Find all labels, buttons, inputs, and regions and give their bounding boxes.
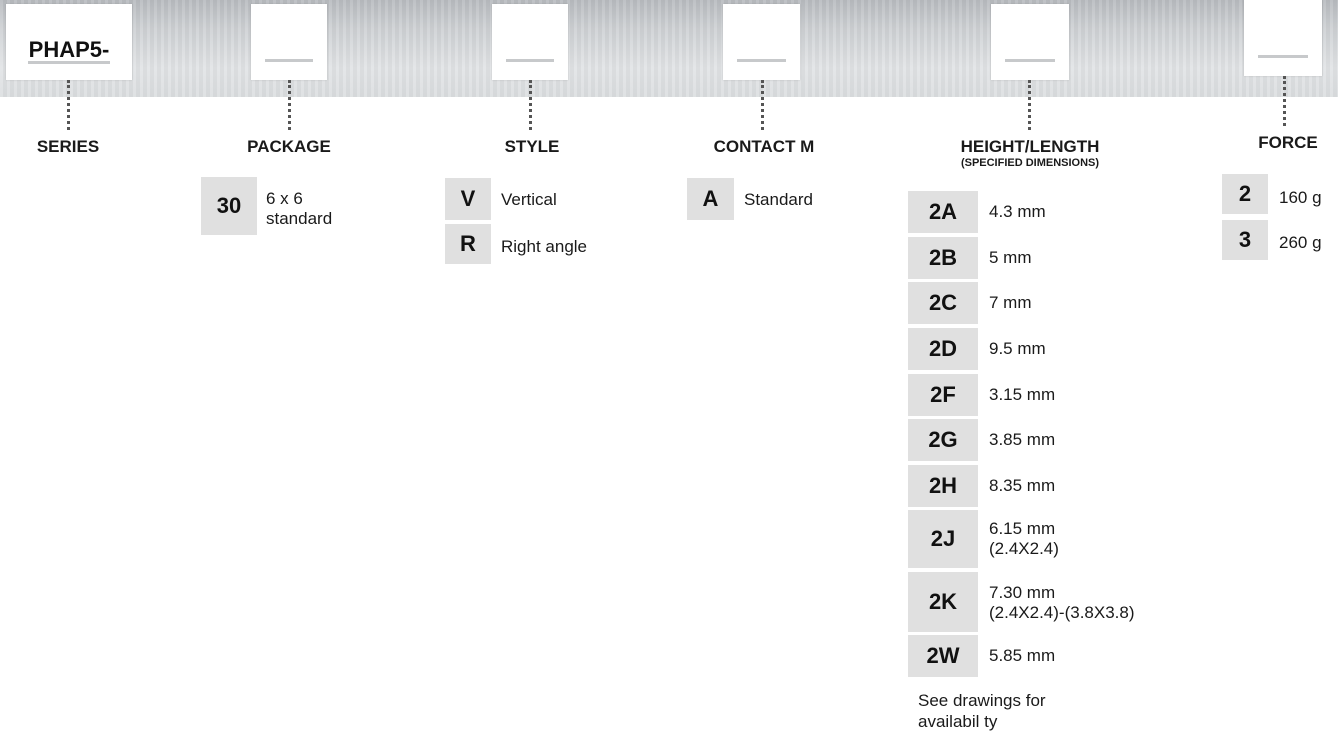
force-box[interactable] xyxy=(1244,0,1322,76)
height-desc-2k: 7.30 mm (2.4X2.4)-(3.8X3.8) xyxy=(989,572,1135,634)
height-code-2d: 2D xyxy=(908,328,978,370)
height-code-2g: 2G xyxy=(908,419,978,461)
height-code-2w: 2W xyxy=(908,635,978,677)
series-heading: SERIES xyxy=(36,137,100,156)
package-box[interactable] xyxy=(251,4,327,80)
height-box[interactable] xyxy=(991,4,1069,80)
force-desc-3: 260 g xyxy=(1279,233,1322,252)
height-desc-2j-line1: 6.15 mm xyxy=(989,519,1056,538)
package-code-30: 30 xyxy=(201,177,257,235)
height-desc-2c: 7 mm xyxy=(989,282,1032,324)
height-desc-2j-line2: (2.4X2.4) xyxy=(989,539,1059,558)
height-code-2j: 2J xyxy=(908,510,978,568)
series-box: PHAP5- xyxy=(6,4,132,80)
height-code-2f: 2F xyxy=(908,374,978,416)
height-note-line1: See drawings for xyxy=(918,691,1046,710)
style-blank-line xyxy=(506,59,554,62)
contact-code-a: A xyxy=(687,178,734,220)
contact-heading: CONTACT M xyxy=(713,137,815,156)
style-desc-v: Vertical xyxy=(501,190,557,209)
height-heading: HEIGHT/LENGTH xyxy=(960,137,1100,156)
height-blank-line xyxy=(1005,59,1055,62)
force-blank-line xyxy=(1258,55,1308,58)
height-desc-2k-line1: 7.30 mm xyxy=(989,583,1056,602)
package-desc-30: 6 x 6 standard xyxy=(266,189,332,229)
style-heading: STYLE xyxy=(504,137,560,156)
height-code-2h: 2H xyxy=(908,465,978,507)
contact-connector xyxy=(761,80,764,130)
series-underline xyxy=(28,61,110,64)
style-code-v: V xyxy=(445,178,491,220)
height-note-line2: availabil ty xyxy=(918,712,998,731)
force-connector xyxy=(1283,76,1286,126)
package-heading: PACKAGE xyxy=(247,137,331,156)
style-connector xyxy=(529,80,532,130)
force-code-3: 3 xyxy=(1222,220,1268,260)
height-desc-2f: 3.15 mm xyxy=(989,374,1055,416)
contact-desc-a: Standard xyxy=(744,190,813,209)
height-code-2b: 2B xyxy=(908,237,978,279)
series-connector xyxy=(67,80,70,130)
height-desc-2g-text: 3.85 mm xyxy=(989,430,1056,449)
package-desc-line1: 6 x 6 xyxy=(266,189,303,208)
height-desc-2j: 6.15 mm (2.4X2.4) xyxy=(989,510,1059,568)
height-code-2c: 2C xyxy=(908,282,978,324)
height-connector xyxy=(1028,80,1031,130)
height-desc-2g: 3.85 mm xyxy=(989,419,1055,461)
style-box[interactable] xyxy=(492,4,568,80)
height-desc-2d: 9.5 mm xyxy=(989,328,1046,370)
height-subheading: (SPECIFIED DIMENSIONS) xyxy=(960,157,1100,169)
series-code: PHAP5- xyxy=(28,37,110,62)
height-desc-2b-text: 5 mm xyxy=(989,248,1032,267)
height-desc-2c-text: 7 mm xyxy=(989,293,1032,312)
height-desc-2w: 5.85 mm xyxy=(989,635,1055,677)
height-desc-2a-text: 4.3 mm xyxy=(989,202,1046,221)
style-code-r: R xyxy=(445,224,491,264)
package-blank-line xyxy=(265,59,313,62)
height-desc-2w-text: 5.85 mm xyxy=(989,646,1056,665)
height-desc-2h: 8.35 mm xyxy=(989,465,1055,507)
force-heading: FORCE xyxy=(1258,133,1318,152)
height-note: See drawings for availabil ty xyxy=(918,690,1046,732)
height-desc-2k-line2: (2.4X2.4)-(3.8X3.8) xyxy=(989,603,1135,622)
height-desc-2b: 5 mm xyxy=(989,237,1032,279)
contact-blank-line xyxy=(737,59,786,62)
height-desc-2f-text: 3.15 mm xyxy=(989,385,1056,404)
package-desc-line2: standard xyxy=(266,209,333,228)
force-code-2: 2 xyxy=(1222,174,1268,214)
height-desc-2a: 4.3 mm xyxy=(989,191,1046,233)
package-connector xyxy=(288,80,291,130)
contact-box[interactable] xyxy=(723,4,800,80)
height-desc-2d-text: 9.5 mm xyxy=(989,339,1046,358)
height-code-2a: 2A xyxy=(908,191,978,233)
header-banner xyxy=(0,0,1338,97)
height-desc-2h-text: 8.35 mm xyxy=(989,476,1056,495)
force-desc-2: 160 g xyxy=(1279,188,1322,207)
style-desc-r: Right angle xyxy=(501,237,588,256)
height-code-2k: 2K xyxy=(908,572,978,632)
